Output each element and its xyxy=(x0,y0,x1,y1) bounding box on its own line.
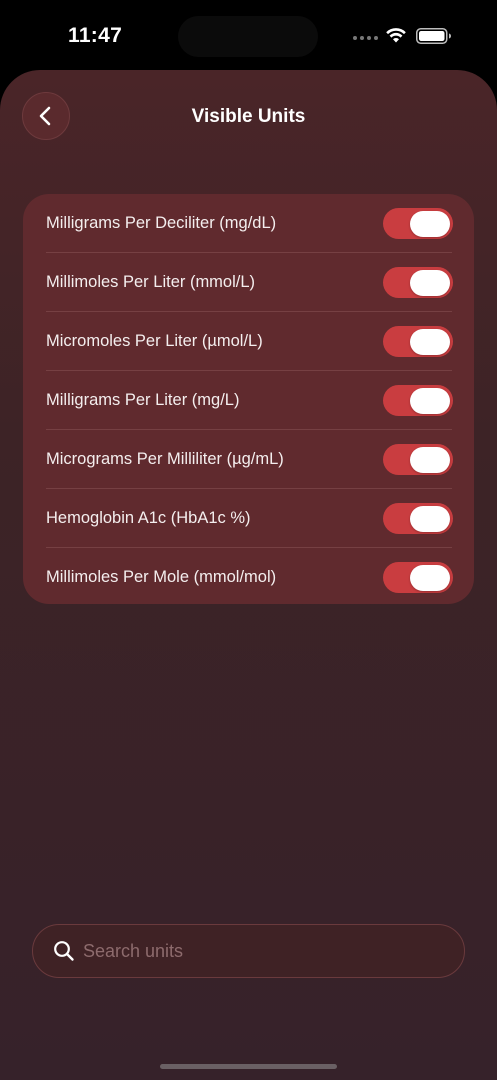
unit-label: Micrograms Per Milliliter (µg/mL) xyxy=(46,450,284,468)
unit-toggle[interactable] xyxy=(383,562,453,593)
status-time: 11:47 xyxy=(68,24,123,47)
toggle-knob xyxy=(410,387,450,414)
unit-toggle[interactable] xyxy=(383,267,453,298)
unit-row-mg-l: Milligrams Per Liter (mg/L) xyxy=(23,371,474,430)
search-input[interactable] xyxy=(83,925,443,977)
toggle-knob xyxy=(410,446,450,473)
unit-label: Hemoglobin A1c (HbA1c %) xyxy=(46,509,251,527)
wifi-icon xyxy=(386,28,406,43)
home-indicator[interactable] xyxy=(160,1064,337,1069)
unit-row-mmol-mol: Millimoles Per Mole (mmol/mol) xyxy=(23,548,474,607)
cellular-signal-icon xyxy=(353,36,378,40)
unit-row-mg-dl: Milligrams Per Deciliter (mg/dL) xyxy=(23,194,474,253)
unit-toggle[interactable] xyxy=(383,326,453,357)
unit-label: Micromoles Per Liter (µmol/L) xyxy=(46,332,263,350)
battery-icon xyxy=(416,28,451,44)
status-bar: 11:47 xyxy=(0,0,497,70)
unit-row-umol-l: Micromoles Per Liter (µmol/L) xyxy=(23,312,474,371)
unit-label: Millimoles Per Liter (mmol/L) xyxy=(46,273,256,291)
toggle-knob xyxy=(410,328,450,355)
search-icon xyxy=(54,941,74,961)
unit-label: Milligrams Per Deciliter (mg/dL) xyxy=(46,214,277,232)
unit-row-ug-ml: Micrograms Per Milliliter (µg/mL) xyxy=(23,430,474,489)
units-list: Milligrams Per Deciliter (mg/dL) Millimo… xyxy=(23,194,474,604)
unit-label: Millimoles Per Mole (mmol/mol) xyxy=(46,568,277,586)
page-title: Visible Units xyxy=(191,106,306,127)
unit-toggle[interactable] xyxy=(383,503,453,534)
search-bar[interactable] xyxy=(32,924,465,978)
unit-row-hba1c: Hemoglobin A1c (HbA1c %) xyxy=(23,489,474,548)
unit-toggle[interactable] xyxy=(383,385,453,416)
unit-toggle[interactable] xyxy=(383,208,453,239)
unit-row-mmol-l: Millimoles Per Liter (mmol/L) xyxy=(23,253,474,312)
toggle-knob xyxy=(410,210,450,237)
unit-label: Milligrams Per Liter (mg/L) xyxy=(46,391,240,409)
unit-toggle[interactable] xyxy=(383,444,453,475)
toggle-knob xyxy=(410,564,450,591)
dynamic-island xyxy=(178,16,318,57)
toggle-knob xyxy=(410,505,450,532)
screen: 11:47 Visible Units Milligrams Per Decil… xyxy=(0,0,497,1080)
toggle-knob xyxy=(410,269,450,296)
